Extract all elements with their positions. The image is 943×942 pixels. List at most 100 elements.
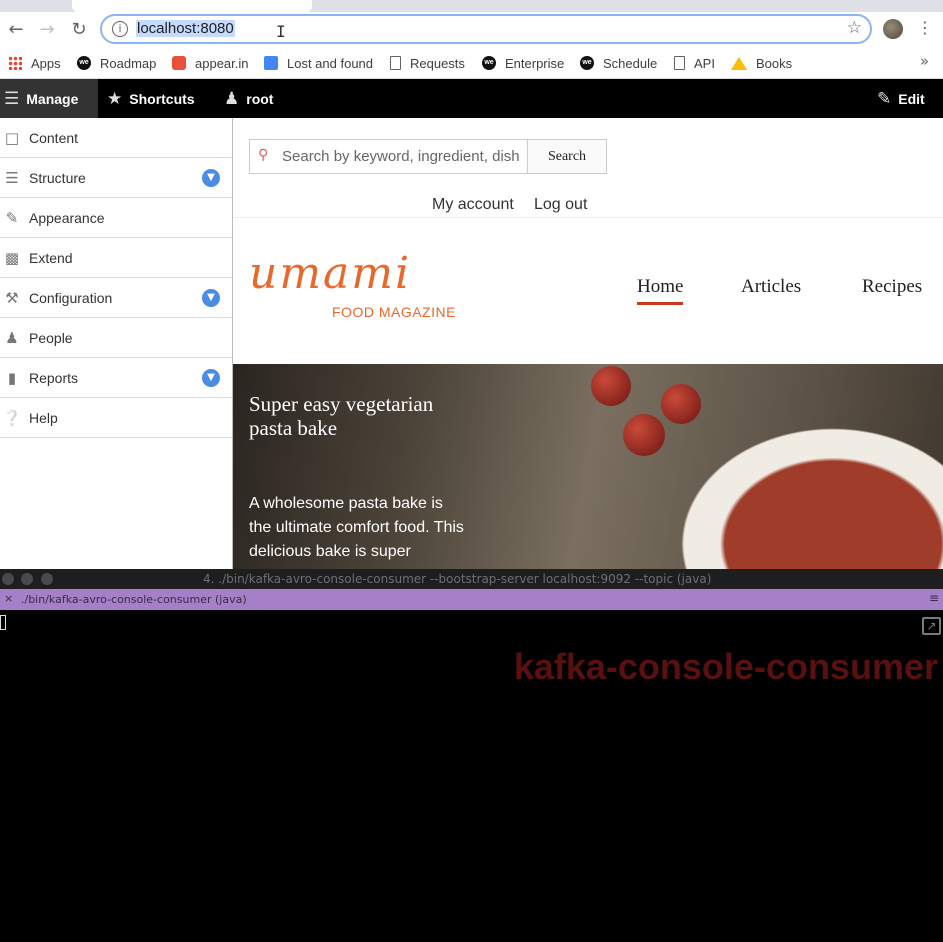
- active-tab[interactable]: [72, 0, 312, 12]
- bookmark-apps[interactable]: Apps: [8, 54, 61, 72]
- edit-label: Edit: [898, 90, 925, 107]
- back-arrow-icon[interactable]: ←: [4, 18, 28, 42]
- bookmark-label: Apps: [31, 55, 61, 71]
- menu-item-help[interactable]: ❔ Help: [0, 398, 232, 438]
- site-logo[interactable]: umami: [249, 248, 411, 299]
- we-logo-icon: we: [580, 56, 594, 70]
- bookmarks-bar: Apps we Roadmap appear.in Lost and found …: [0, 48, 943, 79]
- manage-button[interactable]: ☰ Manage: [0, 79, 98, 118]
- user-button[interactable]: ♟ root: [224, 79, 273, 118]
- hero-text: A wholesome pasta bake is the ultimate c…: [249, 495, 464, 560]
- hero-banner[interactable]: Super easy vegetarian pasta bake A whole…: [233, 364, 943, 569]
- star-icon: ★: [107, 88, 123, 109]
- manage-label: Manage: [26, 90, 79, 107]
- puzzle-icon: ▩: [4, 248, 20, 267]
- drupal-admin-toolbar: ☰ Manage ★ Shortcuts ♟ root ✎ Edit: [0, 79, 943, 118]
- menu-lines-icon[interactable]: ≡: [929, 591, 939, 605]
- terminal-cursor: [0, 615, 6, 630]
- nav-recipes[interactable]: Recipes: [862, 276, 922, 298]
- bookmark-label: Enterprise: [505, 55, 565, 71]
- forward-arrow-icon[interactable]: →: [35, 18, 59, 42]
- edit-button[interactable]: ✎ Edit: [877, 79, 925, 118]
- kebab-menu-icon[interactable]: ⋮: [917, 18, 933, 37]
- bookmark-enterprise[interactable]: we Enterprise: [482, 54, 564, 72]
- bookmark-label: API: [694, 55, 715, 71]
- my-account-link[interactable]: My account: [432, 196, 514, 214]
- tomato-image: [661, 384, 701, 424]
- appear-in-icon: [172, 56, 186, 70]
- bookmark-roadmap[interactable]: we Roadmap: [77, 54, 156, 72]
- search-placeholder: Search by keyword, ingredient, dish: [282, 148, 520, 165]
- browser-toolbar: ← → ↻ i localhost:8080 ☆ I ⋮: [0, 12, 943, 48]
- menu-item-label: People: [29, 329, 73, 346]
- bookmark-label: Books: [756, 55, 793, 71]
- menu-item-extend[interactable]: ▩ Extend: [0, 238, 232, 278]
- bookmark-lost-and-found[interactable]: Lost and found: [264, 54, 373, 72]
- bar-chart-icon: ▮: [7, 368, 17, 387]
- we-logo-icon: we: [482, 56, 496, 70]
- menu-item-configuration[interactable]: ⚒ Configuration ▼: [0, 278, 232, 318]
- bookmark-label: Lost and found: [287, 55, 374, 71]
- shortcuts-button[interactable]: ★ Shortcuts: [107, 79, 195, 118]
- bookmark-requests[interactable]: Requests: [390, 54, 465, 72]
- zoom-window-icon[interactable]: [41, 573, 53, 585]
- page-icon: [390, 56, 401, 70]
- tomato-image: [623, 414, 665, 456]
- chevron-down-icon[interactable]: ▼: [202, 369, 220, 387]
- menu-item-content[interactable]: □ Content: [0, 118, 232, 158]
- apps-grid-icon: [8, 56, 22, 70]
- address-bar[interactable]: i localhost:8080 ☆: [100, 14, 872, 44]
- text-cursor-icon: I: [276, 22, 286, 41]
- bookmark-label: Requests: [410, 55, 465, 71]
- search-input[interactable]: ⚲ Search by keyword, ingredient, dish: [249, 139, 528, 174]
- we-logo-icon: we: [77, 56, 91, 70]
- bookmark-appear-in[interactable]: appear.in: [172, 54, 249, 72]
- nav-articles[interactable]: Articles: [741, 276, 801, 298]
- pasta-bowl-image: [663, 414, 943, 569]
- terminal-overlay-label: kafka-console-consumer: [513, 646, 938, 687]
- user-label: root: [246, 90, 274, 107]
- terminal-tab-title: ./bin/kafka-avro-console-consumer (java): [21, 593, 247, 606]
- menu-item-label: Help: [29, 409, 58, 426]
- search-button[interactable]: Search: [527, 139, 607, 174]
- document-icon: □: [4, 128, 20, 147]
- close-window-icon[interactable]: [2, 573, 14, 585]
- menu-item-reports[interactable]: ▮ Reports ▼: [0, 358, 232, 398]
- menu-item-label: Content: [29, 129, 79, 146]
- minimize-window-icon[interactable]: [21, 573, 33, 585]
- user-icon: ♟: [224, 88, 240, 109]
- chevron-down-icon[interactable]: ▼: [202, 169, 220, 187]
- star-icon[interactable]: ☆: [847, 18, 862, 38]
- terminal-title-bar: 4. ./bin/kafka-avro-console-consumer --b…: [0, 569, 943, 589]
- site-tagline: FOOD MAGAZINE: [332, 304, 456, 320]
- tomato-image: [591, 366, 631, 406]
- menu-item-label: Reports: [29, 369, 79, 386]
- menu-item-appearance[interactable]: ✎ Appearance: [0, 198, 232, 238]
- google-doc-icon: [264, 56, 278, 70]
- chevron-down-icon[interactable]: ▼: [202, 289, 220, 307]
- close-tab-icon[interactable]: ×: [4, 592, 13, 605]
- bookmark-books[interactable]: Books: [731, 54, 792, 72]
- profile-avatar[interactable]: [883, 19, 903, 39]
- menu-item-structure[interactable]: ☰ Structure ▼: [0, 158, 232, 198]
- hero-title[interactable]: Super easy vegetarian pasta bake: [249, 392, 449, 440]
- url-text[interactable]: localhost:8080: [136, 20, 235, 37]
- nav-home[interactable]: Home: [637, 276, 684, 305]
- chevron-double-right-icon[interactable]: »: [920, 52, 929, 70]
- pencil-icon: ✎: [877, 88, 892, 109]
- info-icon[interactable]: i: [112, 21, 128, 37]
- menu-item-people[interactable]: ♟ People: [0, 318, 232, 358]
- menu-item-label: Extend: [29, 249, 73, 266]
- terminal-body[interactable]: ↗ kafka-console-consumer: [0, 610, 943, 942]
- wrench-icon: ⚒: [5, 288, 19, 307]
- site-content: ⚲ Search by keyword, ingredient, dish Se…: [233, 118, 943, 569]
- bookmark-schedule[interactable]: we Schedule: [580, 54, 657, 72]
- terminal-tab[interactable]: × ./bin/kafka-avro-console-consumer (jav…: [0, 589, 943, 610]
- bookmark-api[interactable]: API: [674, 54, 715, 72]
- reload-icon[interactable]: ↻: [67, 18, 91, 42]
- log-out-link[interactable]: Log out: [534, 196, 587, 214]
- menu-item-label: Structure: [29, 169, 86, 186]
- help-icon: ❔: [2, 408, 22, 427]
- popout-icon[interactable]: ↗: [922, 617, 941, 635]
- bookmark-label: Roadmap: [100, 55, 157, 71]
